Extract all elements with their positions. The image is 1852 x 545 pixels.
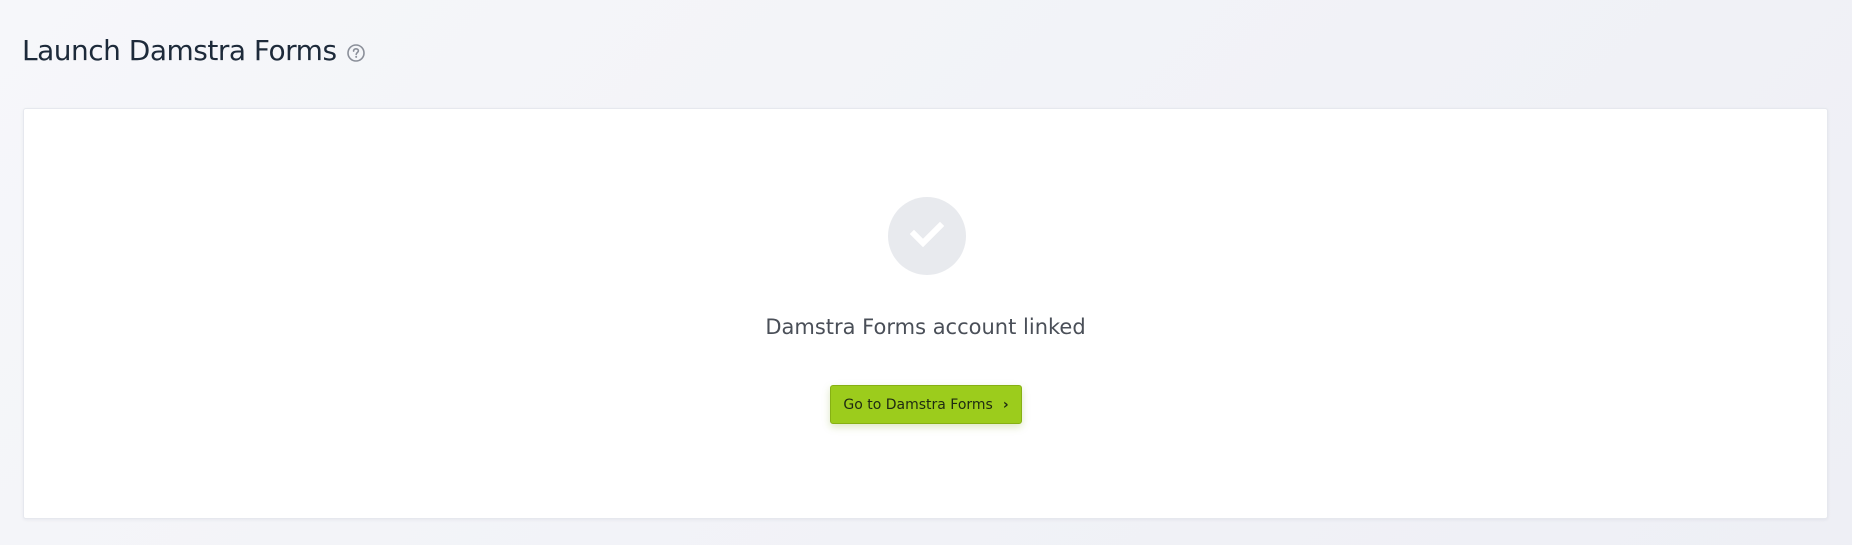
button-label: Go to Damstra Forms [843, 396, 993, 413]
page: Launch Damstra Forms Damstra Forms accou… [0, 0, 1852, 545]
check-icon [909, 221, 945, 251]
link-status-card: Damstra Forms account linked Go to Damst… [23, 108, 1828, 519]
status-message: Damstra Forms account linked [765, 315, 1086, 339]
page-header: Launch Damstra Forms [22, 34, 365, 67]
go-to-damstra-forms-button[interactable]: Go to Damstra Forms › [830, 385, 1022, 424]
chevron-right-icon: › [1002, 396, 1009, 413]
status-circle [888, 197, 966, 275]
page-title: Launch Damstra Forms [22, 34, 337, 67]
question-circle-icon[interactable] [346, 43, 365, 62]
